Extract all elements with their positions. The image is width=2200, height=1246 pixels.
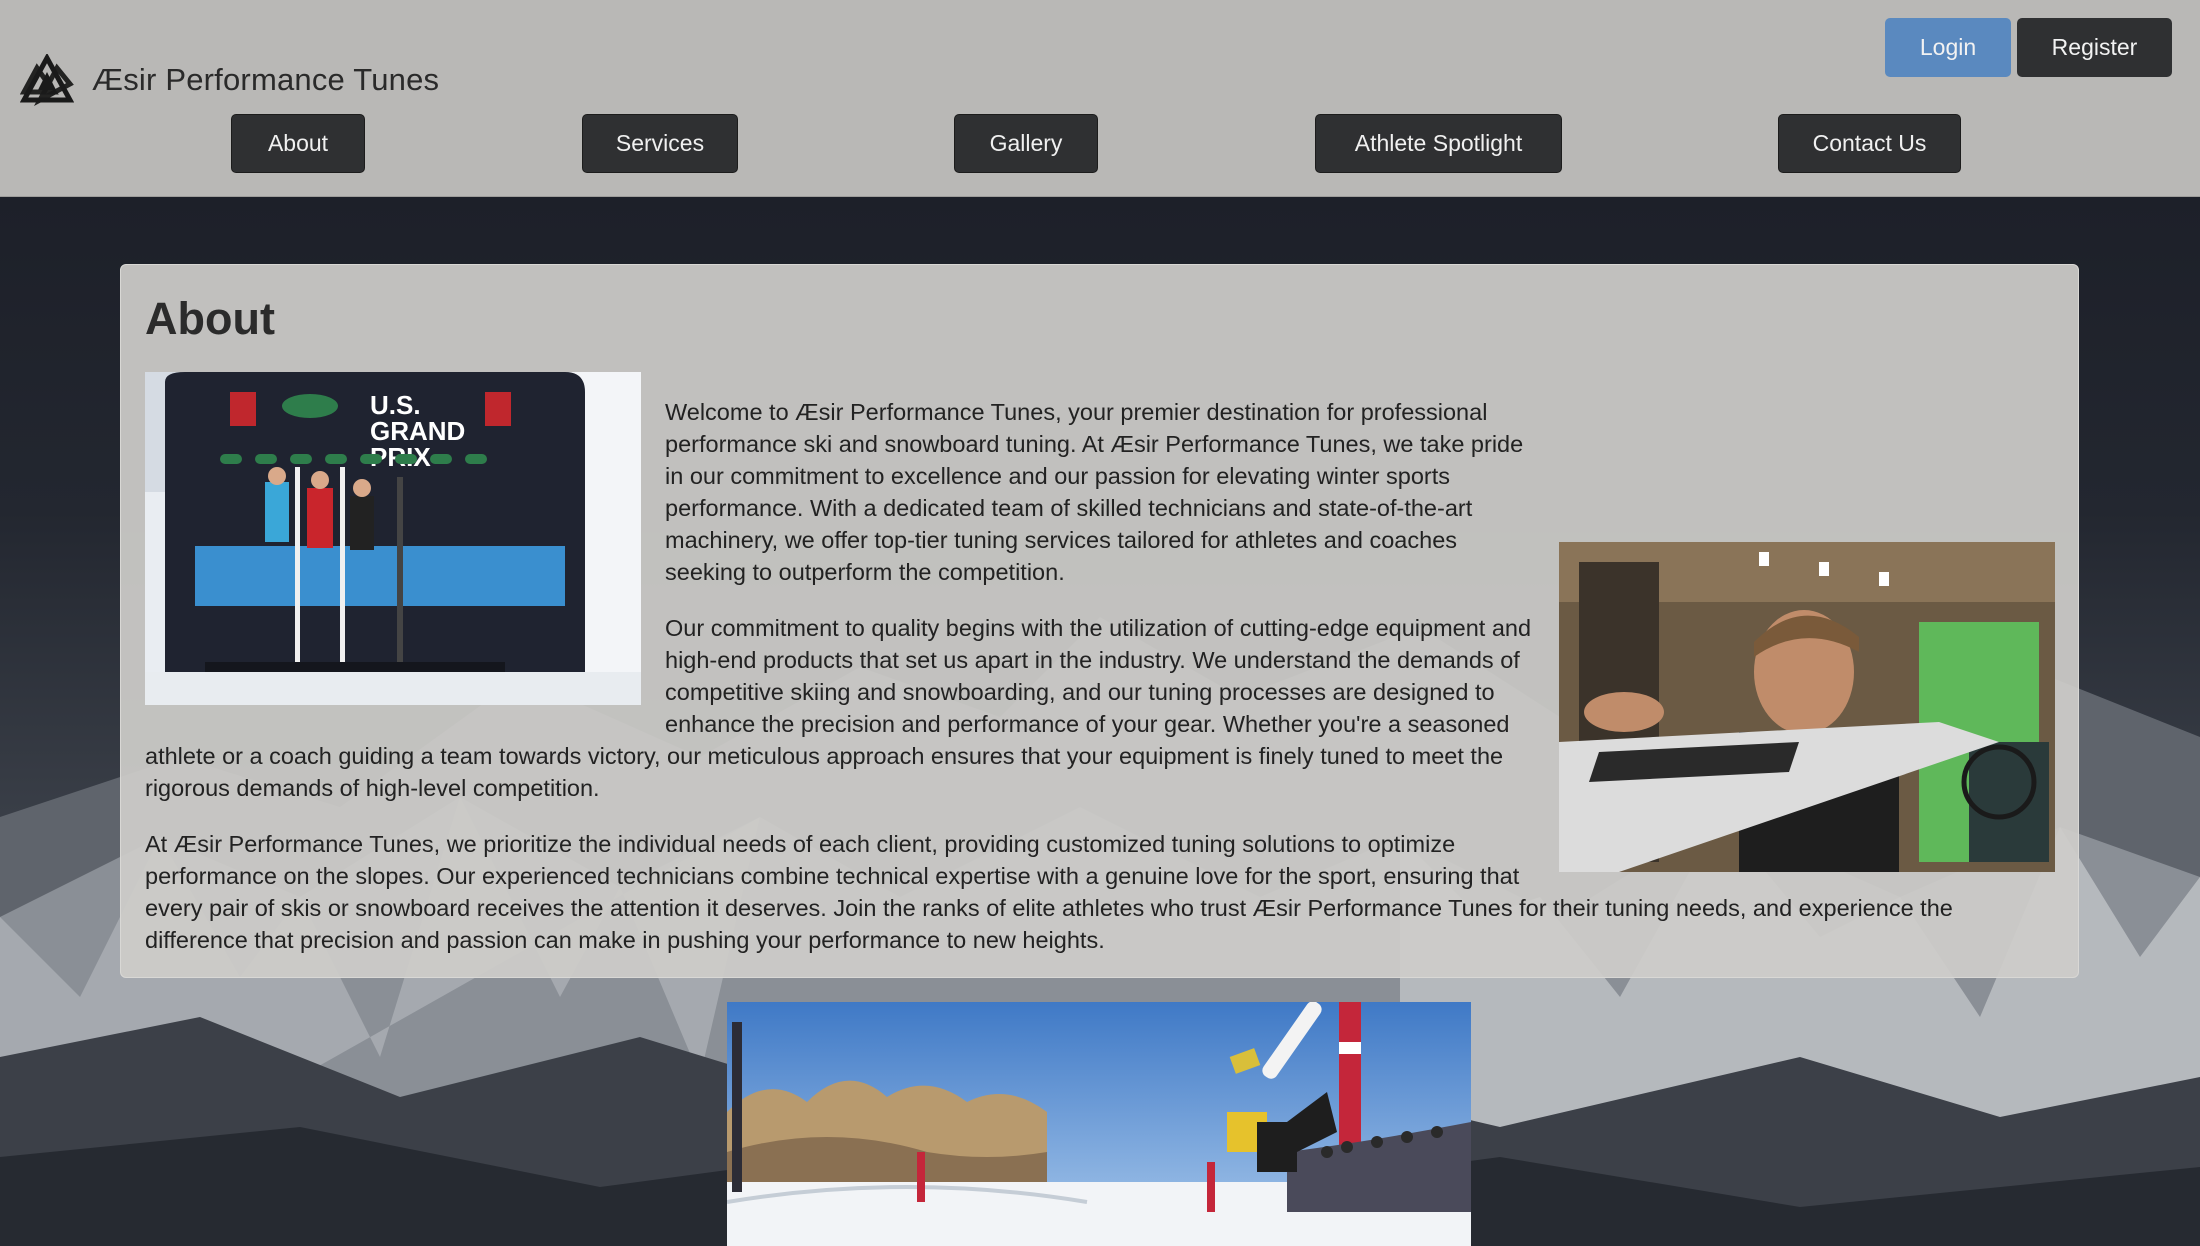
nav-about-button[interactable]: About <box>231 114 365 173</box>
register-button[interactable]: Register <box>2017 18 2172 77</box>
about-body: U.S. GRAND PRIX <box>145 372 2055 956</box>
nav-gallery-button[interactable]: Gallery <box>954 114 1098 173</box>
about-title: About <box>145 293 275 344</box>
site-header: Æsir Performance Tunes Login Register Ab… <box>0 0 2200 197</box>
auth-buttons: Login Register <box>1885 18 2172 77</box>
technician-photo <box>1559 542 2055 872</box>
halfpipe-photo <box>727 1002 1471 1246</box>
podium-photo: U.S. GRAND PRIX <box>145 372 641 705</box>
about-section: About U.S. GRAND PRIX <box>120 264 2079 978</box>
login-button[interactable]: Login <box>1885 18 2011 77</box>
valknut-icon <box>20 54 74 106</box>
brand-name: Æsir Performance Tunes <box>92 62 440 97</box>
nav-athlete-spotlight-button[interactable]: Athlete Spotlight <box>1315 114 1562 173</box>
brand[interactable]: Æsir Performance Tunes <box>20 52 439 108</box>
nav-services-button[interactable]: Services <box>582 114 738 173</box>
nav-contact-us-button[interactable]: Contact Us <box>1778 114 1961 173</box>
